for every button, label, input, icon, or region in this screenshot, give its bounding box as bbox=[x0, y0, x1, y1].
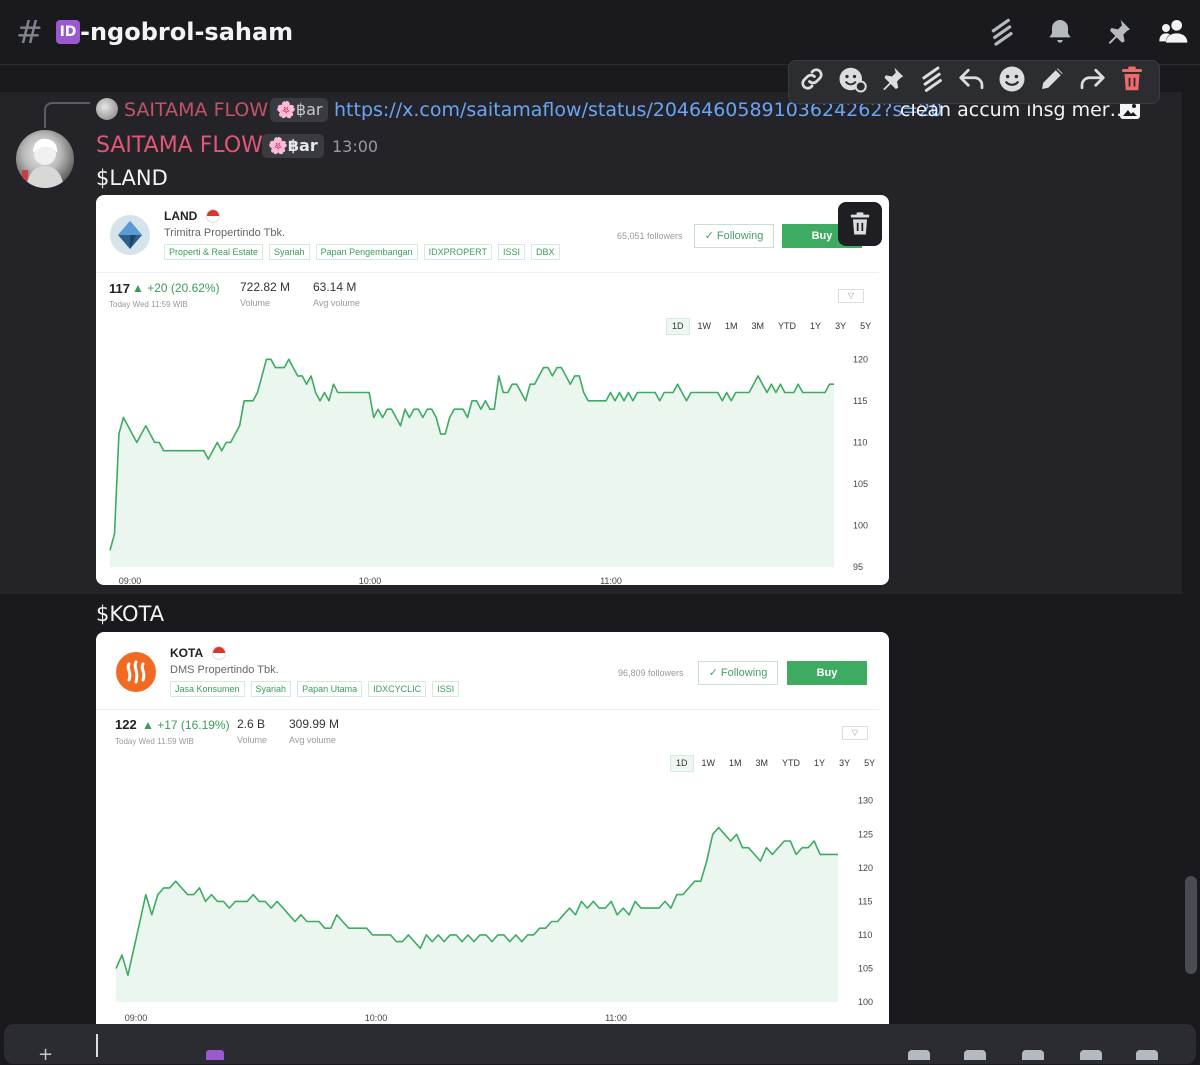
reply-author-tag: 🌸฿аr bbox=[270, 98, 329, 122]
forward-icon[interactable] bbox=[1076, 63, 1108, 95]
stock-card-land[interactable]: LAND Trimitra Propertindo Tbk. Properti … bbox=[96, 195, 889, 585]
y-tick-label: 130 bbox=[858, 796, 873, 806]
x-tick-label: 10:00 bbox=[359, 576, 382, 585]
pin-message-icon[interactable] bbox=[876, 63, 908, 95]
apps-icon[interactable] bbox=[1136, 1050, 1158, 1060]
notification-bell-icon[interactable] bbox=[1044, 16, 1076, 48]
text-caret bbox=[96, 1034, 98, 1057]
emoji-picker-icon[interactable] bbox=[1080, 1050, 1102, 1060]
y-tick-label: 105 bbox=[853, 479, 868, 489]
edit-pencil-icon[interactable] bbox=[1036, 63, 1068, 95]
reply-connector bbox=[44, 102, 90, 128]
y-tick-label: 110 bbox=[858, 930, 872, 940]
member-list-icon[interactable] bbox=[1158, 16, 1190, 48]
threads-icon[interactable] bbox=[986, 16, 1018, 48]
scrollbar-thumb[interactable] bbox=[1185, 876, 1197, 974]
x-tick-label: 09:00 bbox=[125, 1013, 148, 1023]
x-tick-label: 11:00 bbox=[600, 576, 622, 585]
delete-trash-icon[interactable] bbox=[1116, 63, 1148, 95]
reply-author-name[interactable]: SAITAMA FLOW bbox=[124, 98, 268, 122]
message-timestamp[interactable]: 13:00 bbox=[332, 136, 378, 158]
add-reaction-icon[interactable] bbox=[836, 63, 868, 95]
channel-name: -ngobrol-saham bbox=[80, 18, 294, 46]
remove-embed-button[interactable] bbox=[838, 202, 882, 246]
y-tick-label: 115 bbox=[858, 896, 872, 906]
copy-link-icon[interactable] bbox=[796, 63, 828, 95]
trash-icon bbox=[850, 212, 870, 235]
message-text-kota: $KOTA bbox=[96, 602, 165, 626]
author-name[interactable]: SAITAMA FLOW bbox=[96, 132, 263, 160]
reply-icon[interactable] bbox=[956, 63, 988, 95]
message-text-land: $LAND bbox=[96, 166, 168, 190]
y-tick-label: 100 bbox=[858, 997, 873, 1007]
author-tag: 🌸฿аr bbox=[262, 134, 324, 158]
channel-hash-icon: # bbox=[16, 13, 43, 51]
pinned-messages-icon[interactable] bbox=[1102, 16, 1134, 48]
gif-icon[interactable] bbox=[964, 1050, 986, 1060]
y-tick-label: 110 bbox=[853, 437, 867, 447]
gift-icon[interactable] bbox=[908, 1050, 930, 1060]
y-tick-label: 120 bbox=[853, 354, 868, 364]
y-tick-label: 120 bbox=[858, 863, 873, 873]
y-tick-label: 100 bbox=[853, 520, 868, 530]
message-composer[interactable] bbox=[4, 1024, 1196, 1064]
price-area-fill bbox=[116, 827, 838, 1002]
y-tick-label: 115 bbox=[853, 396, 867, 406]
price-chart-kota[interactable]: 100 105 110 115 120 125 130 09:00 10:00 11:00 bbox=[96, 632, 889, 1032]
reply-author-avatar[interactable] bbox=[96, 98, 118, 120]
y-tick-label: 125 bbox=[858, 829, 873, 839]
x-tick-label: 11:00 bbox=[605, 1013, 627, 1023]
price-area-fill bbox=[110, 359, 834, 567]
channel-id-badge-icon bbox=[206, 1050, 224, 1060]
channel-id-badge: ID bbox=[56, 20, 80, 44]
create-thread-icon[interactable] bbox=[916, 63, 948, 95]
x-tick-label: 09:00 bbox=[119, 576, 142, 585]
sticker-icon[interactable] bbox=[1022, 1050, 1044, 1060]
y-tick-label: 105 bbox=[858, 963, 873, 973]
y-tick-label: 95 bbox=[853, 562, 863, 572]
stock-card-kota[interactable]: KOTA DMS Propertindo Tbk. Jasa Konsumen … bbox=[96, 632, 889, 1032]
price-chart-land[interactable]: 95 100 105 110 115 120 09:00 10:00 11:00 bbox=[96, 195, 889, 585]
emoji-icon[interactable] bbox=[996, 63, 1028, 95]
author-avatar[interactable] bbox=[16, 130, 74, 188]
upload-plus-icon[interactable]: + bbox=[38, 1046, 53, 1064]
x-tick-label: 10:00 bbox=[365, 1013, 388, 1023]
